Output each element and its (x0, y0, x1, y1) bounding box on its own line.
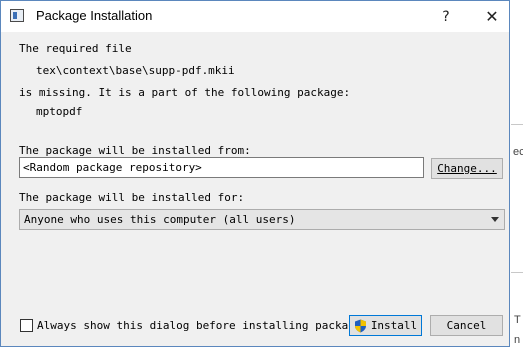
message-line-2: is missing. It is a part of the followin… (19, 86, 351, 99)
background-text: n (514, 334, 521, 346)
help-button[interactable]: ? (423, 1, 469, 32)
change-button[interactable]: Change... (431, 158, 503, 179)
background-window (511, 0, 523, 356)
close-button[interactable]: ✕ (469, 1, 515, 32)
title-bar: Package Installation ? ✕ (1, 1, 509, 32)
change-button-label: Change... (437, 162, 497, 175)
install-for-dropdown[interactable]: Anyone who uses this computer (all users… (19, 209, 505, 230)
uac-shield-icon (354, 319, 366, 332)
missing-file-path: tex\context\base\supp-pdf.mkii (36, 64, 235, 77)
background-text: ec (513, 146, 523, 158)
chevron-down-icon (491, 217, 499, 222)
package-name: mptopdf (36, 105, 83, 118)
always-show-checkbox[interactable] (20, 319, 33, 332)
app-icon (10, 9, 24, 22)
background-text: T (514, 314, 521, 326)
dialog-title: Package Installation (36, 8, 153, 23)
install-for-selected: Anyone who uses this computer (all users… (24, 213, 296, 226)
source-label: The package will be installed from: (19, 144, 251, 157)
target-label: The package will be installed for: (19, 191, 245, 204)
install-button[interactable]: Install (349, 315, 422, 336)
cancel-button[interactable]: Cancel (430, 315, 503, 336)
message-line-1: The required file (19, 42, 132, 55)
package-installation-dialog: Package Installation ? ✕ The required fi… (0, 0, 510, 347)
always-show-label[interactable]: Always show this dialog before installin… (37, 319, 368, 332)
repository-field[interactable]: <Random package repository> (19, 157, 424, 178)
background-divider (511, 124, 523, 125)
background-divider (511, 272, 523, 273)
install-button-label: Install (370, 319, 418, 332)
